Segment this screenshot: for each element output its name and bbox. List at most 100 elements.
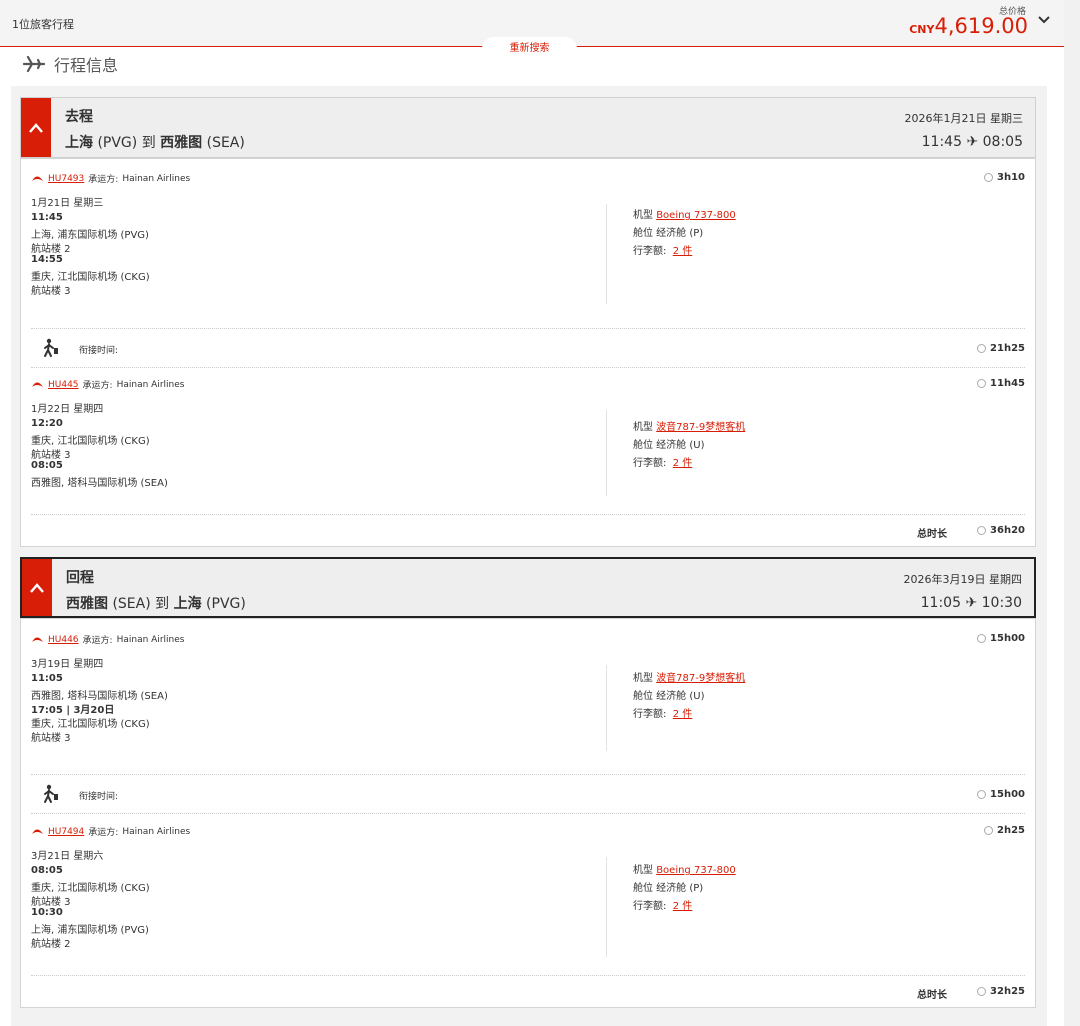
departure-time: 11:05 [31,673,63,684]
arrival-airport: 重庆, 江北国际机场 (CKG) [31,719,150,730]
walking-person-icon [44,338,58,357]
inbound-legs: HU446 承运方: Hainan Airlines 15h00 3月19日 星… [20,618,1036,1008]
divider [606,665,607,751]
plane-icon [22,55,46,73]
baggage-link[interactable]: 2 件 [673,458,693,469]
flight-number-link[interactable]: HU445 [48,380,79,390]
arrival-terminal: 航站楼 3 [31,286,71,297]
airline-logo-icon [32,637,43,642]
price-currency: CNY [909,23,935,36]
flight-number-link[interactable]: HU7494 [48,827,84,837]
itinerary-heading: 行程信息 [22,52,118,76]
inbound-header[interactable]: 回程 西雅图 (SEA) 到 上海 (PVG) 2026年3月19日 星期四 1… [20,557,1036,618]
segment-duration: 11h45 [977,378,1025,389]
flight-segment: HU7494 承运方: Hainan Airlines 2h25 3月21日 星… [21,825,1035,965]
airline-logo-icon [32,829,43,834]
connection-label: 衔接时间: [79,792,119,802]
cabin-info: 舱位 经济舱 (U) [633,691,705,702]
flight-number-link[interactable]: HU446 [48,635,79,645]
clock-icon [977,634,987,643]
departure-terminal: 航站楼 3 [31,897,71,908]
baggage-link[interactable]: 2 件 [673,901,693,912]
connection-duration: 21h25 [977,343,1025,354]
departure-time: 11:45 [31,212,63,223]
segment-duration: 2h25 [984,825,1025,836]
total-duration-row: 总时长 36h20 [31,514,1025,544]
segment-duration: 3h10 [984,172,1025,183]
departure-airport: 西雅图, 塔科马国际机场 (SEA) [31,691,168,702]
trip-route: 西雅图 (SEA) 到 上海 (PVG) [66,596,246,612]
total-label: 总时长 [917,990,947,1001]
cabin-info: 舱位 经济舱 (P) [633,883,704,894]
aircraft-link[interactable]: 波音787-9梦想客机 [656,673,745,684]
traveler-count: 1位旅客行程 [12,18,74,31]
collapse-toggle[interactable] [22,559,52,616]
clock-icon [977,987,987,996]
clock-icon [977,790,987,799]
trip-route: 上海 (PVG) 到 西雅图 (SEA) [65,135,245,151]
trip-kind: 回程 [66,570,94,586]
arrival-time: 17:05 | 3月20日 [31,705,115,716]
arrival-terminal: 航站楼 2 [31,939,71,950]
arrival-time: 08:05 [31,460,63,471]
segment-duration: 15h00 [977,633,1025,644]
collapse-toggle[interactable] [21,98,51,157]
divider [606,410,607,496]
cabin-info: 舱位 经济舱 (U) [633,440,705,451]
scroll-gutter [1064,0,1080,1026]
connection-duration: 15h00 [977,789,1025,800]
price-amount: 4,619.00 [934,14,1028,38]
baggage-info: 行李额: 2 件 [633,901,693,912]
trip-date: 2026年1月21日 星期三 [904,112,1024,125]
flight-segment: HU446 承运方: Hainan Airlines 15h00 3月19日 星… [21,633,1035,783]
arrival-time: 10:30 [31,907,63,918]
itinerary-panel: 去程 上海 (PVG) 到 西雅图 (SEA) 2026年1月21日 星期三 1… [11,86,1047,1026]
total-price[interactable]: CNY4,619.00 [909,14,1028,38]
airline-logo-icon [32,382,43,387]
baggage-link[interactable]: 2 件 [673,709,693,720]
walking-person-icon [44,784,58,803]
outbound-header[interactable]: 去程 上海 (PVG) 到 西雅图 (SEA) 2026年1月21日 星期三 1… [20,97,1036,158]
departure-time: 08:05 [31,865,63,876]
arrival-terminal: 航站楼 3 [31,733,71,744]
total-duration: 36h20 [977,525,1025,536]
flight-number-link[interactable]: HU7493 [48,174,84,184]
baggage-info: 行李额: 2 件 [633,458,693,469]
cabin-info: 舱位 经济舱 (P) [633,228,704,239]
aircraft-info: 机型 Boeing 737-800 [633,210,736,221]
departure-airport: 上海, 浦东国际机场 (PVG) [31,230,149,241]
plane-icon: ✈ [966,134,979,150]
flight-segment: HU445 承运方: Hainan Airlines 11h45 1月22日 星… [21,378,1035,508]
departure-terminal: 航站楼 2 [31,244,71,255]
segment-day: 3月21日 星期六 [31,851,104,862]
departure-airport: 重庆, 江北国际机场 (CKG) [31,883,150,894]
divider [606,204,607,304]
total-duration: 32h25 [977,986,1025,997]
baggage-link[interactable]: 2 件 [673,246,693,257]
connection-row: 衔接时间: 21h25 [31,328,1025,368]
connection-label: 衔接时间: [79,346,119,356]
flight-segment: HU7493 承运方: Hainan Airlines 3h10 1月21日 星… [21,172,1035,322]
total-label: 总时长 [917,529,947,540]
chevron-up-icon [30,582,44,593]
departure-time: 12:20 [31,418,63,429]
aircraft-link[interactable]: Boeing 737-800 [656,210,736,221]
arrival-airport: 重庆, 江北国际机场 (CKG) [31,272,150,283]
trip-times: 11:45 ✈ 08:05 [921,134,1023,150]
baggage-info: 行李额: 2 件 [633,246,693,257]
departure-airport: 重庆, 江北国际机场 (CKG) [31,436,150,447]
chevron-up-icon [29,122,43,133]
connection-row: 衔接时间: 15h00 [31,774,1025,814]
re-search-button[interactable]: 重新搜索 [482,37,577,61]
outbound-legs: HU7493 承运方: Hainan Airlines 3h10 1月21日 星… [20,158,1036,547]
trip-date: 2026年3月19日 星期四 [903,573,1023,586]
chevron-down-icon[interactable] [1038,12,1050,28]
aircraft-info: 机型 波音787-9梦想客机 [633,422,746,433]
clock-icon [984,173,993,182]
total-duration-row: 总时长 32h25 [31,975,1025,1005]
segment-day: 3月19日 星期四 [31,659,104,670]
segment-day: 1月21日 星期三 [31,198,104,209]
aircraft-link[interactable]: 波音787-9梦想客机 [656,422,745,433]
clock-icon [977,526,987,535]
aircraft-link[interactable]: Boeing 737-800 [656,865,736,876]
